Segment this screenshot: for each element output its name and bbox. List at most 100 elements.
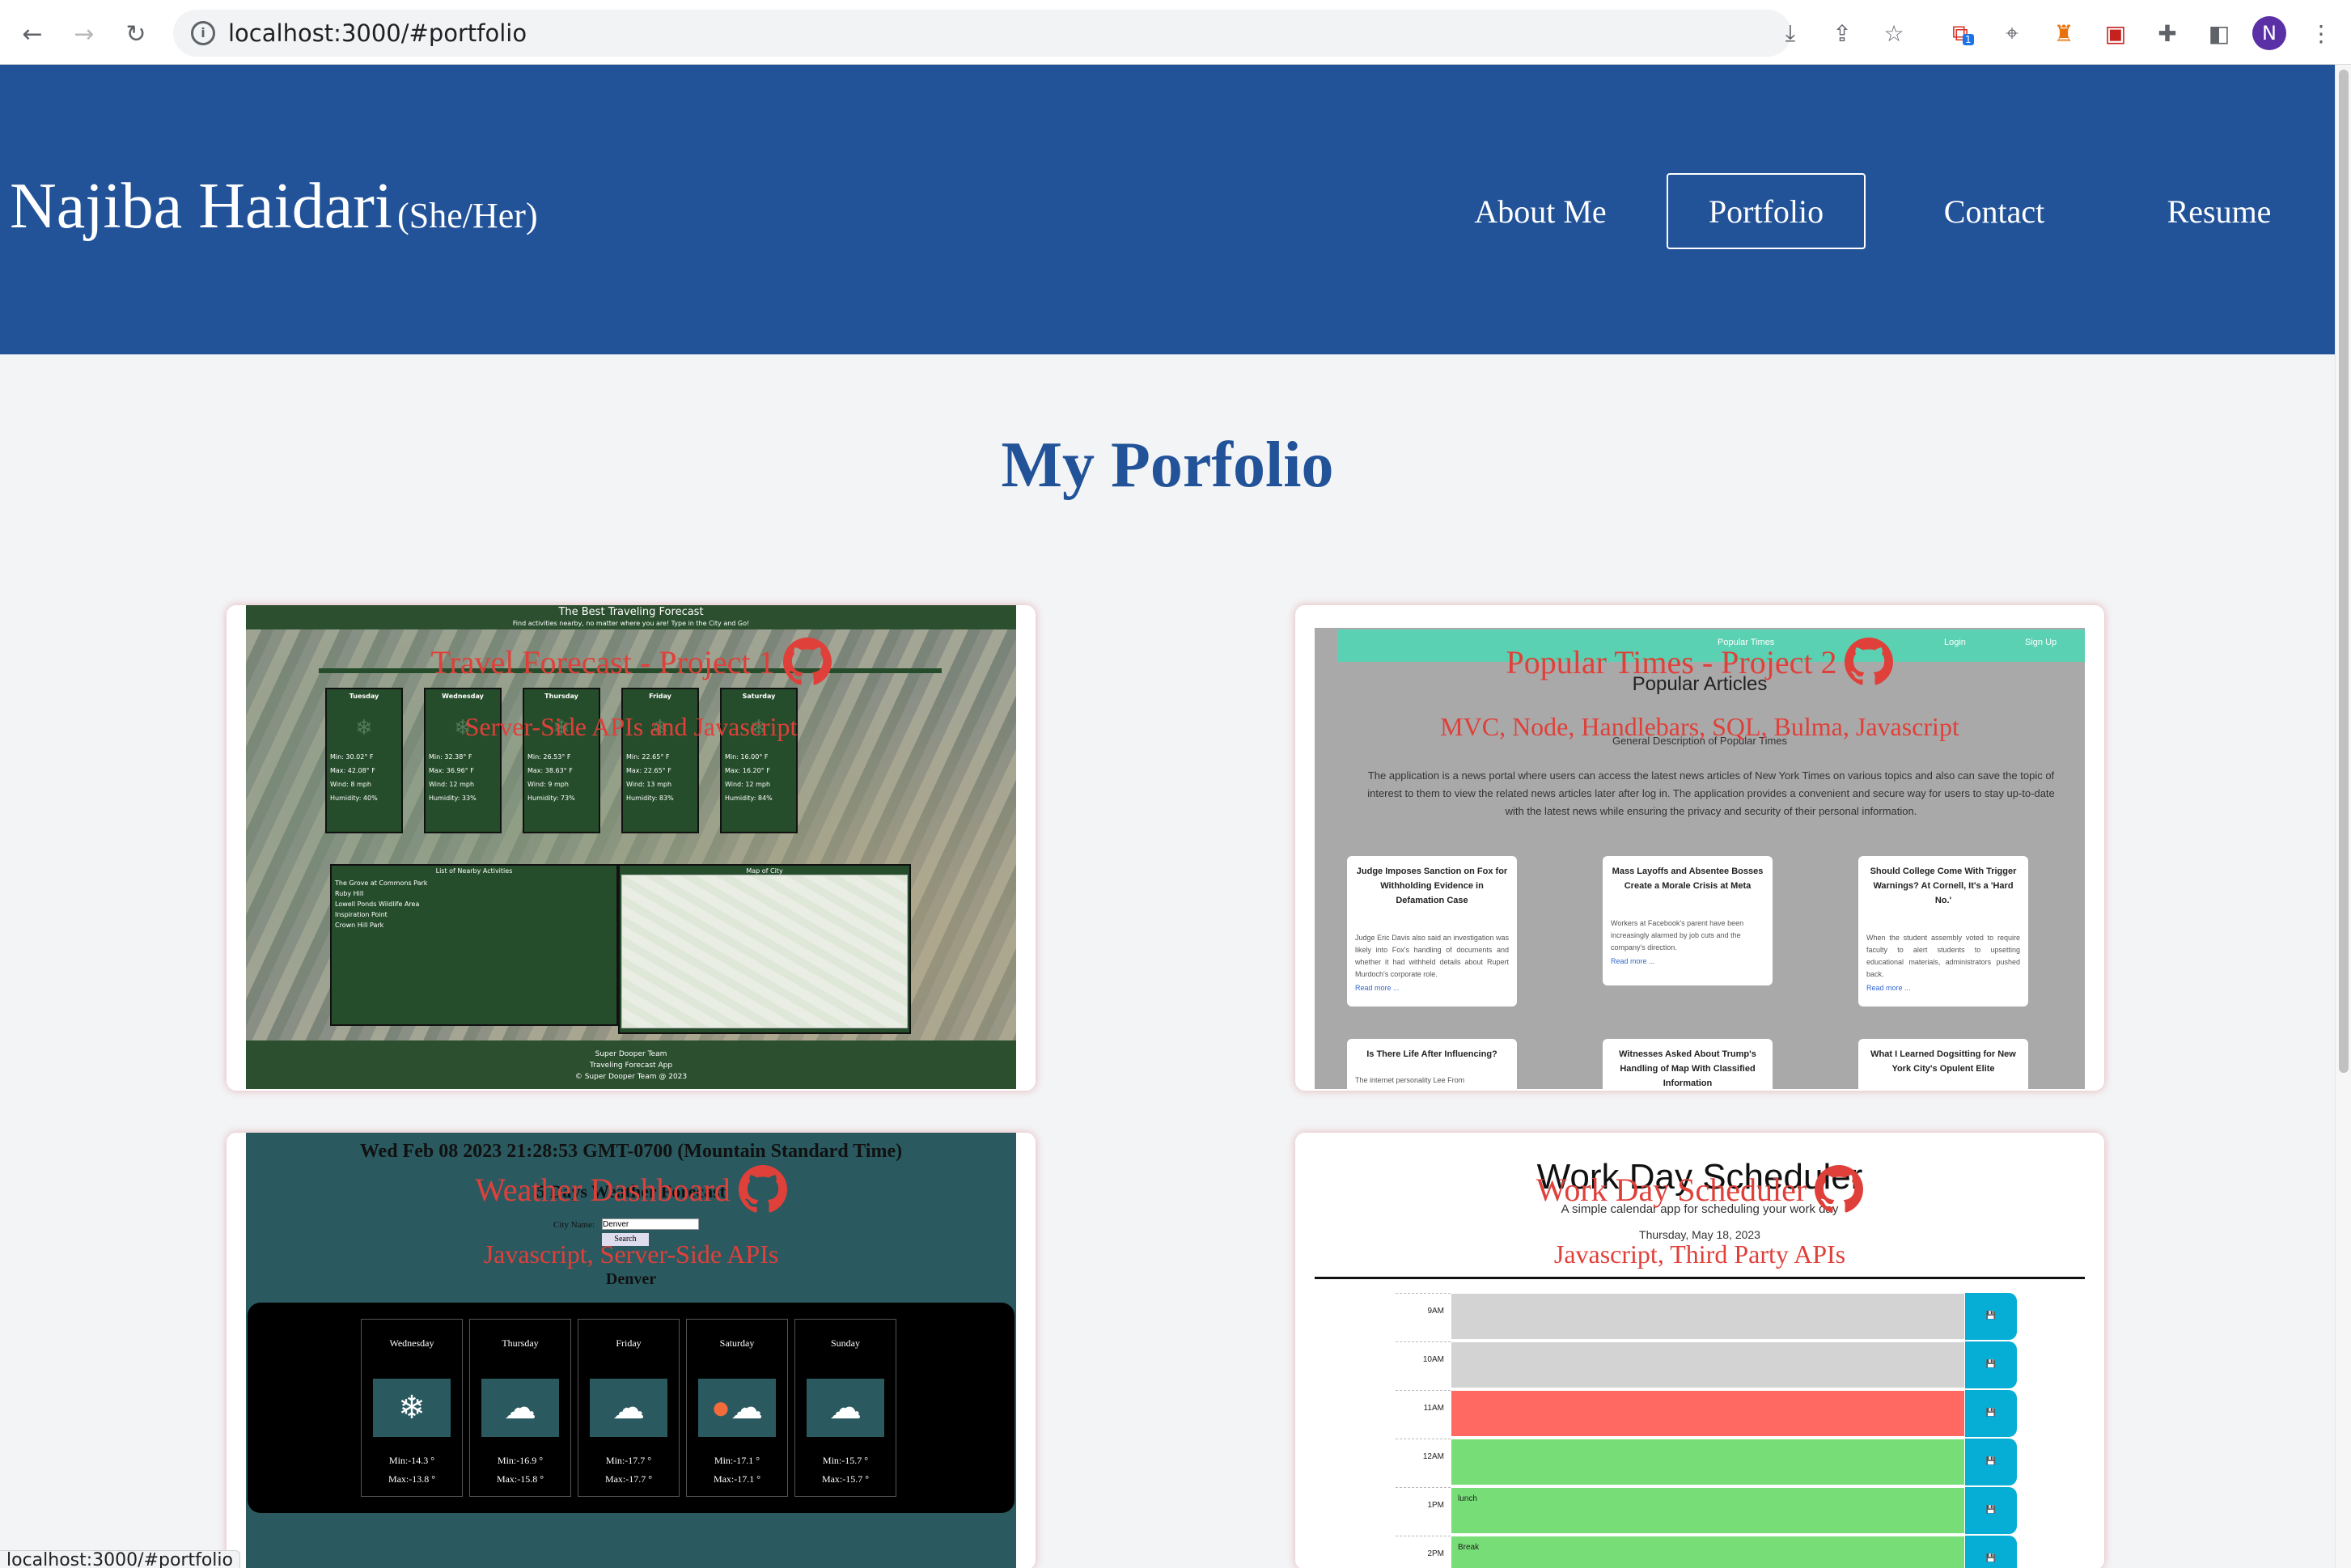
time-block-row: 9AM 💾 (1396, 1293, 2017, 1340)
pt-nav-signup[interactable]: Sign Up (2025, 638, 2057, 647)
sun-cloud-icon: ●☁ (698, 1379, 776, 1437)
forecast-min: Min: 32.38° F (429, 753, 472, 761)
save-icon[interactable]: 💾 (1965, 1390, 2017, 1437)
map-title: Map of City (746, 867, 783, 875)
bookmark-star-icon[interactable]: ☆ (1879, 18, 1909, 49)
city-name-input[interactable] (602, 1218, 699, 1230)
weather-day-card: Thursday ☁ Min:-16.9 ° Max:-15.8 ° (469, 1319, 571, 1497)
address-bar[interactable]: i localhost:3000/#portfolio (173, 10, 1791, 57)
cloud-icon: ☁ (481, 1379, 559, 1437)
nearby-activities-panel: List of Nearby Activities The Grove at C… (330, 864, 618, 1026)
forecast-wind: Wind: 12 mph (429, 781, 475, 788)
weather-city: Denver (605, 1270, 657, 1288)
article-title[interactable]: Is There Life After Influencing? (1355, 1047, 1509, 1062)
time-block-textarea[interactable] (1451, 1293, 1965, 1340)
time-block-row: 11AM 💾 (1396, 1390, 2017, 1437)
nav-resume[interactable]: Resume (2141, 173, 2298, 249)
article-title[interactable]: What I Learned Dogsitting for New York C… (1866, 1047, 2020, 1076)
travel-app-footer: Super Dooper Team Traveling Forecast App… (246, 1040, 1016, 1089)
article-card[interactable]: Is There Life After Influencing? The int… (1347, 1039, 1517, 1089)
activity-item[interactable]: The Grove at Commons Park (335, 879, 613, 887)
save-icon[interactable]: 💾 (1965, 1293, 2017, 1340)
pt-nav-brand[interactable]: Popular Times (1718, 638, 1774, 647)
article-title[interactable]: Should College Come With Trigger Warning… (1866, 864, 2020, 908)
time-block-textarea[interactable] (1451, 1439, 1965, 1485)
activity-item[interactable]: Lowell Ponds Wildlife Area (335, 901, 613, 908)
page-scrollbar[interactable] (2335, 65, 2351, 1568)
weather-max: Max:-15.7 ° (821, 1473, 870, 1485)
time-block-textarea[interactable] (1451, 1341, 1965, 1388)
search-button[interactable]: Search (602, 1233, 649, 1246)
activity-item[interactable]: Inspiration Point (335, 911, 613, 918)
forecast-wind: Wind: 12 mph (725, 781, 771, 788)
article-title[interactable]: Judge Imposes Sanction on Fox for Withho… (1355, 864, 1509, 908)
article-card[interactable]: Judge Imposes Sanction on Fox for Withho… (1347, 856, 1517, 1006)
forward-arrow-icon[interactable]: → (66, 16, 102, 52)
project-card-travel-forecast[interactable]: The Best Traveling Forecast Find activit… (227, 605, 1036, 1091)
forecast-day-card: Wednesday ❄ Min: 32.38° F Max: 36.96° F … (424, 688, 502, 833)
nav-contact[interactable]: Contact (1921, 173, 2068, 249)
forecast-min: Min: 16.00° F (725, 753, 769, 761)
read-more-link[interactable]: Read more ... (1611, 954, 1764, 968)
save-icon[interactable]: 💾 (1965, 1536, 2017, 1568)
extension-badge-icon[interactable]: ⧉ 1 (1945, 18, 1976, 49)
project-screenshot[interactable]: The Best Traveling Forecast Find activit… (246, 605, 1016, 1089)
nav-portfolio[interactable]: Portfolio (1667, 173, 1866, 249)
read-more-link[interactable]: Read more ... (1355, 981, 1509, 995)
browser-toolbar: ← → ↻ i localhost:3000/#portfolio ⤓ ⇪ ☆ … (0, 0, 2351, 65)
browser-menu-icon[interactable]: ⋮ (2306, 18, 2336, 49)
weather-day-card: Saturday ●☁ Min:-17.1 ° Max:-17.1 ° (686, 1319, 788, 1497)
travel-search-bar (319, 668, 942, 673)
city-map[interactable] (621, 875, 908, 1028)
lighthouse-extension-icon[interactable]: ♜ (2048, 18, 2079, 49)
article-card[interactable]: Witnesses Asked About Trump's Handling o… (1603, 1039, 1773, 1089)
install-app-icon[interactable]: ⤓ (1775, 18, 1806, 49)
mouse-extension-icon[interactable]: ⌖ (1997, 18, 2027, 49)
project-card-popular-times[interactable]: Popular Times Login Sign Up Popular Arti… (1295, 605, 2104, 1091)
share-icon[interactable]: ⇪ (1827, 18, 1858, 49)
back-arrow-icon[interactable]: ← (15, 16, 50, 52)
site-info-icon[interactable]: i (191, 21, 215, 45)
project-screenshot[interactable]: Work Day Scheduler A simple calendar app… (1315, 1133, 2085, 1568)
time-block-hour: 1PM (1396, 1487, 1451, 1534)
popular-articles-heading: Popular Articles (1632, 673, 1768, 695)
side-panel-icon[interactable]: ◧ (2204, 18, 2235, 49)
scrollbar-thumb[interactable] (2339, 70, 2349, 1073)
article-title[interactable]: Mass Layoffs and Absentee Bosses Create … (1611, 864, 1764, 893)
extension-badge-count: 1 (1963, 34, 1974, 45)
reload-icon[interactable]: ↻ (118, 16, 154, 52)
project-card-weather-dashboard[interactable]: Wed Feb 08 2023 21:28:53 GMT-0700 (Mount… (227, 1133, 1036, 1568)
article-title[interactable]: Witnesses Asked About Trump's Handling o… (1611, 1047, 1764, 1089)
forecast-day-card: Tuesday ❄ Min: 30.02° F Max: 42.08° F Wi… (325, 688, 403, 833)
save-icon[interactable]: 💾 (1965, 1341, 2017, 1388)
time-block-textarea[interactable] (1451, 1390, 1965, 1437)
time-block-textarea[interactable]: Break (1451, 1536, 1965, 1568)
profile-avatar[interactable]: N (2252, 16, 2286, 50)
forecast-max: Max: 16.20° F (725, 767, 770, 774)
activity-item[interactable]: Crown Hill Park (335, 922, 613, 929)
read-more-link[interactable]: Read more ... (1866, 981, 2020, 995)
project-screenshot[interactable]: Wed Feb 08 2023 21:28:53 GMT-0700 (Mount… (246, 1133, 1016, 1568)
article-card[interactable]: Should College Come With Trigger Warning… (1858, 856, 2028, 1006)
weather-day-card: Sunday ☁ Min:-15.7 ° Max:-15.7 ° (794, 1319, 896, 1497)
weather-max: Max:-15.8 ° (496, 1473, 544, 1485)
project-card-work-day-scheduler[interactable]: Work Day Scheduler A simple calendar app… (1295, 1133, 2104, 1568)
time-block-textarea[interactable]: lunch (1451, 1487, 1965, 1534)
cloud-icon: ☁ (807, 1379, 884, 1437)
article-card[interactable]: Mass Layoffs and Absentee Bosses Create … (1603, 856, 1773, 985)
forecast-wind: Wind: 13 mph (626, 781, 672, 788)
save-icon[interactable]: 💾 (1965, 1487, 2017, 1534)
activity-item[interactable]: Ruby Hill (335, 890, 613, 897)
article-card[interactable]: What I Learned Dogsitting for New York C… (1858, 1039, 2028, 1089)
color-picker-extension-icon[interactable]: ▣ (2100, 18, 2131, 49)
nav-about-me[interactable]: About Me (1461, 173, 1620, 249)
forecast-day-name: Saturday (742, 693, 776, 700)
address-bar-url[interactable]: localhost:3000/#portfolio (228, 19, 527, 47)
weather-max: Max:-17.1 ° (713, 1473, 761, 1485)
time-block-hour: 10AM (1396, 1341, 1451, 1388)
extensions-puzzle-icon[interactable]: ✚ (2152, 18, 2183, 49)
save-icon[interactable]: 💾 (1965, 1439, 2017, 1485)
pt-nav-login[interactable]: Login (1944, 638, 1966, 647)
project-screenshot[interactable]: Popular Times Login Sign Up Popular Arti… (1315, 605, 2085, 1089)
site-brand: Najiba Haidari (She/Her) (10, 170, 538, 244)
